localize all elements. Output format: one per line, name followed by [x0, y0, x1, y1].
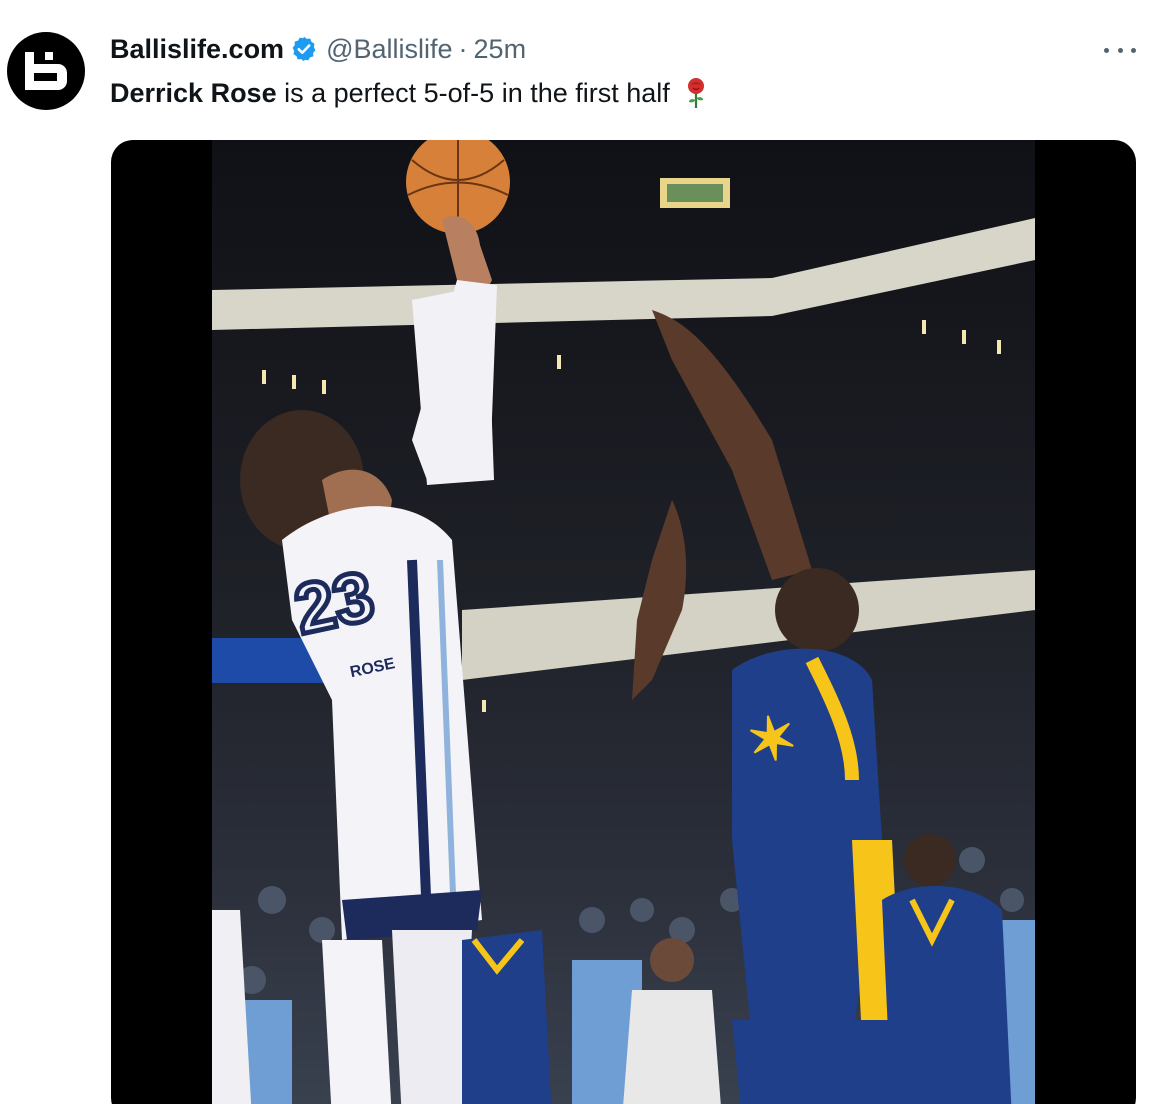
tweet-header: Ballislife.com @Ballislife · 25m — [110, 32, 526, 66]
dot — [1104, 47, 1109, 53]
tweet-text-bold: Derrick Rose — [110, 78, 277, 108]
jersey-number: 23 — [288, 556, 380, 648]
dot — [1117, 47, 1123, 53]
rose-emoji-icon — [688, 78, 705, 108]
tweet-text-rest: is a perfect 5-of-5 in the first half — [276, 78, 670, 108]
user-handle[interactable]: @Ballislife — [326, 34, 452, 65]
more-options-icon[interactable] — [1100, 38, 1140, 62]
verified-badge-icon — [292, 36, 316, 62]
timestamp[interactable]: 25m — [474, 34, 527, 65]
tweet-text: Derrick Rose is a perfect 5-of-5 in the … — [110, 76, 709, 110]
display-name[interactable]: Ballislife.com — [110, 34, 284, 65]
ballislife-logo-icon — [17, 42, 75, 100]
ballislife-avatar[interactable] — [7, 32, 85, 110]
separator-dot: · — [458, 33, 468, 64]
tweet-media[interactable]: 23 ROSE ✶ — [111, 140, 1136, 1104]
basketball-photo[interactable]: 23 ROSE ✶ — [212, 140, 1035, 1104]
dot — [1131, 47, 1136, 53]
photo-illustration: 23 ROSE ✶ — [212, 140, 1035, 1104]
